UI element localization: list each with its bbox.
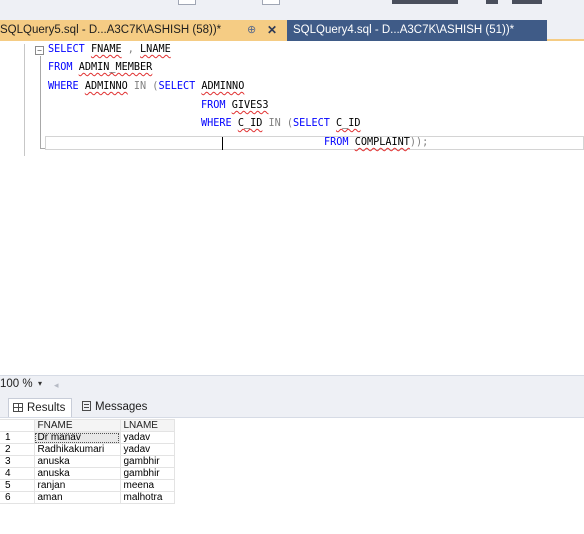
operator: ,	[127, 44, 134, 55]
code-line-4: FROM GIVES3	[201, 99, 269, 113]
tab-label: SQLQuery5.sql - D...A3C7K\ASHISH (58))*	[0, 24, 222, 36]
cell-fname[interactable]: Dr manav	[33, 431, 121, 444]
identifier: C_ID	[237, 118, 263, 129]
keyword-select: SELECT	[158, 81, 196, 92]
keyword-select: SELECT	[48, 44, 85, 55]
pin-icon[interactable]: ⊕	[247, 20, 256, 41]
text-caret	[222, 137, 223, 150]
zoom-level[interactable]: 100 %	[0, 378, 33, 390]
zoom-bar: 100 % ▾ ◂	[0, 375, 584, 393]
gutter-line	[24, 44, 25, 156]
cell-lname[interactable]: gambhir	[119, 467, 175, 480]
tab-results[interactable]: Results	[8, 398, 72, 417]
table-row[interactable]: 3 anuska gambhir	[0, 455, 175, 468]
toolbar-control[interactable]	[178, 0, 196, 5]
column-header-fname[interactable]: FNAME	[33, 419, 121, 432]
grid-header-row: FNAME LNAME	[0, 419, 175, 432]
keyword-select: SELECT	[293, 118, 330, 129]
query-editor[interactable]: − SELECT FNAME , LNAME FROM ADMIN_MEMBER…	[0, 41, 584, 374]
row-number[interactable]: 4	[0, 467, 35, 480]
code-line-1: SELECT FNAME , LNAME	[48, 43, 171, 57]
current-line-highlight	[45, 136, 584, 150]
table-row[interactable]: 6 aman malhotra	[0, 491, 175, 504]
identifier: ADMINNO	[84, 81, 128, 92]
cell-fname[interactable]: aman	[33, 491, 121, 504]
tab-messages-label: Messages	[95, 401, 148, 413]
tab-results-label: Results	[27, 402, 66, 414]
identifier: ADMINNO	[201, 81, 245, 92]
keyword-where: WHERE	[48, 81, 79, 92]
table-row[interactable]: 1 Dr manav yadav	[0, 431, 175, 444]
cell-fname[interactable]: anuska	[33, 467, 121, 480]
row-number[interactable]: 3	[0, 455, 35, 468]
identifier: FNAME	[90, 44, 122, 55]
fold-guide	[40, 56, 41, 148]
code-line-6: FROM COMPLAINT));	[324, 136, 428, 150]
keyword-from: FROM	[324, 137, 349, 148]
scroll-left-icon[interactable]: ◂	[54, 380, 59, 391]
cell-lname[interactable]: yadav	[119, 431, 175, 444]
code-line-3: WHERE ADMINNO IN (SELECT ADMINNO	[48, 80, 244, 94]
zoom-dropdown-icon[interactable]: ▾	[38, 379, 42, 388]
document-tab-bar: SQLQuery5.sql - D...A3C7K\ASHISH (58))* …	[0, 20, 584, 41]
toolbar-element	[392, 0, 458, 4]
identifier: C_ID	[336, 118, 361, 129]
cell-fname[interactable]: anuska	[33, 455, 121, 468]
tab-label: SQLQuery4.sql - D...A3C7K\ASHISH (51))*	[293, 24, 515, 36]
table-row[interactable]: 2 Radhikakumari yadav	[0, 443, 175, 456]
keyword-where: WHERE	[201, 118, 232, 129]
operator: ));	[409, 137, 429, 148]
collapse-icon[interactable]: −	[35, 46, 44, 55]
row-number[interactable]: 2	[0, 443, 35, 456]
tab-sqlquery4[interactable]: SQLQuery4.sql - D...A3C7K\ASHISH (51))*	[287, 20, 547, 41]
toolbar-control[interactable]	[262, 0, 280, 5]
operator: IN (	[133, 81, 159, 92]
identifier: COMPLAINT	[354, 137, 410, 148]
messages-icon	[82, 401, 91, 411]
cell-fname[interactable]: ranjan	[33, 479, 121, 492]
window-top-strip	[0, 0, 584, 20]
identifier: ADMIN_MEMBER	[78, 62, 153, 73]
code-line-5: WHERE C_ID IN (SELECT C_ID	[201, 117, 361, 131]
results-grid: FNAME LNAME 1 Dr manav yadav 2 Radhikaku…	[0, 419, 175, 504]
keyword-from: FROM	[48, 62, 73, 73]
table-row[interactable]: 5 ranjan meena	[0, 479, 175, 492]
keyword-from: FROM	[201, 100, 226, 111]
cell-fname[interactable]: Radhikakumari	[33, 443, 121, 456]
row-number[interactable]: 1	[0, 431, 35, 444]
results-grid-area: FNAME LNAME 1 Dr manav yadav 2 Radhikaku…	[0, 419, 584, 534]
operator: IN (	[268, 118, 294, 129]
toolbar-element	[486, 0, 498, 4]
cell-lname[interactable]: meena	[119, 479, 175, 492]
toolbar-element	[512, 0, 542, 4]
table-row[interactable]: 4 anuska gambhir	[0, 467, 175, 480]
row-number[interactable]: 5	[0, 479, 35, 492]
grid-icon	[13, 403, 23, 412]
tab-messages[interactable]: Messages	[78, 398, 160, 417]
row-number[interactable]: 6	[0, 491, 35, 504]
results-tab-bar: Results Messages	[0, 393, 584, 418]
column-header-lname[interactable]: LNAME	[119, 419, 175, 432]
identifier: LNAME	[140, 44, 171, 55]
row-number-header[interactable]	[0, 419, 35, 432]
close-icon[interactable]: ✕	[267, 20, 277, 41]
code-line-2: FROM ADMIN_MEMBER	[48, 61, 152, 75]
cell-lname[interactable]: gambhir	[119, 455, 175, 468]
cell-lname[interactable]: yadav	[119, 443, 175, 456]
identifier: GIVES3	[231, 100, 269, 111]
cell-lname[interactable]: malhotra	[119, 491, 175, 504]
tab-sqlquery5[interactable]: SQLQuery5.sql - D...A3C7K\ASHISH (58))* …	[0, 20, 287, 41]
